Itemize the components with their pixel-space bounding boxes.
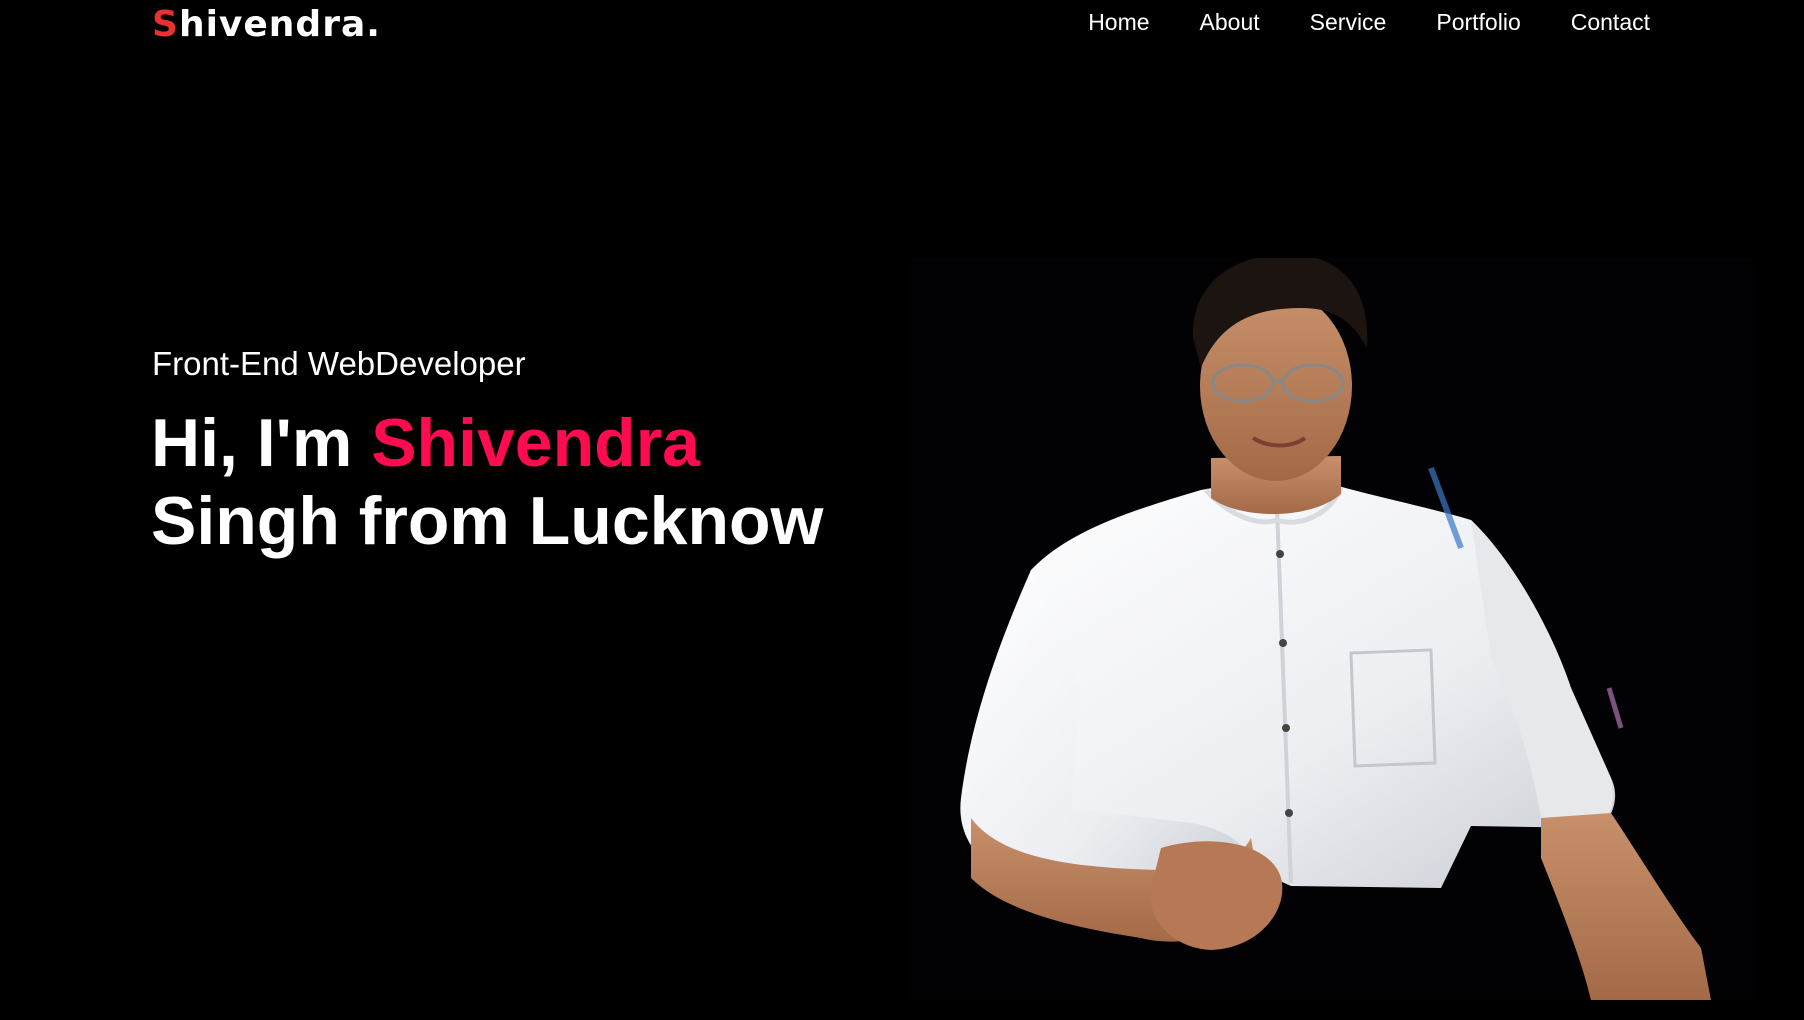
main-nav: Home About Service Portfolio Contact: [1088, 0, 1650, 45]
logo-initial: S: [152, 4, 179, 45]
hero-greeting: Hi, I'm: [151, 405, 372, 481]
hero-headline: Hi, I'm Shivendra Singh from Lucknow: [151, 404, 823, 560]
profile-photo: [911, 258, 1753, 1000]
hero-subtitle: Front-End WebDeveloper: [152, 345, 526, 382]
person-portrait-icon: [960, 258, 1711, 1000]
nav-about-link[interactable]: About: [1200, 0, 1260, 45]
site-logo[interactable]: Shivendra.: [152, 0, 381, 50]
nav-home-link[interactable]: Home: [1088, 0, 1149, 45]
hero-name: Shivendra: [371, 405, 700, 481]
nav-service-link[interactable]: Service: [1310, 0, 1387, 45]
nav-portfolio-link[interactable]: Portfolio: [1436, 0, 1520, 45]
logo-text: hivendra.: [178, 4, 381, 45]
hero-line2: Singh from Lucknow: [151, 483, 824, 559]
nav-contact-link[interactable]: Contact: [1571, 0, 1650, 45]
